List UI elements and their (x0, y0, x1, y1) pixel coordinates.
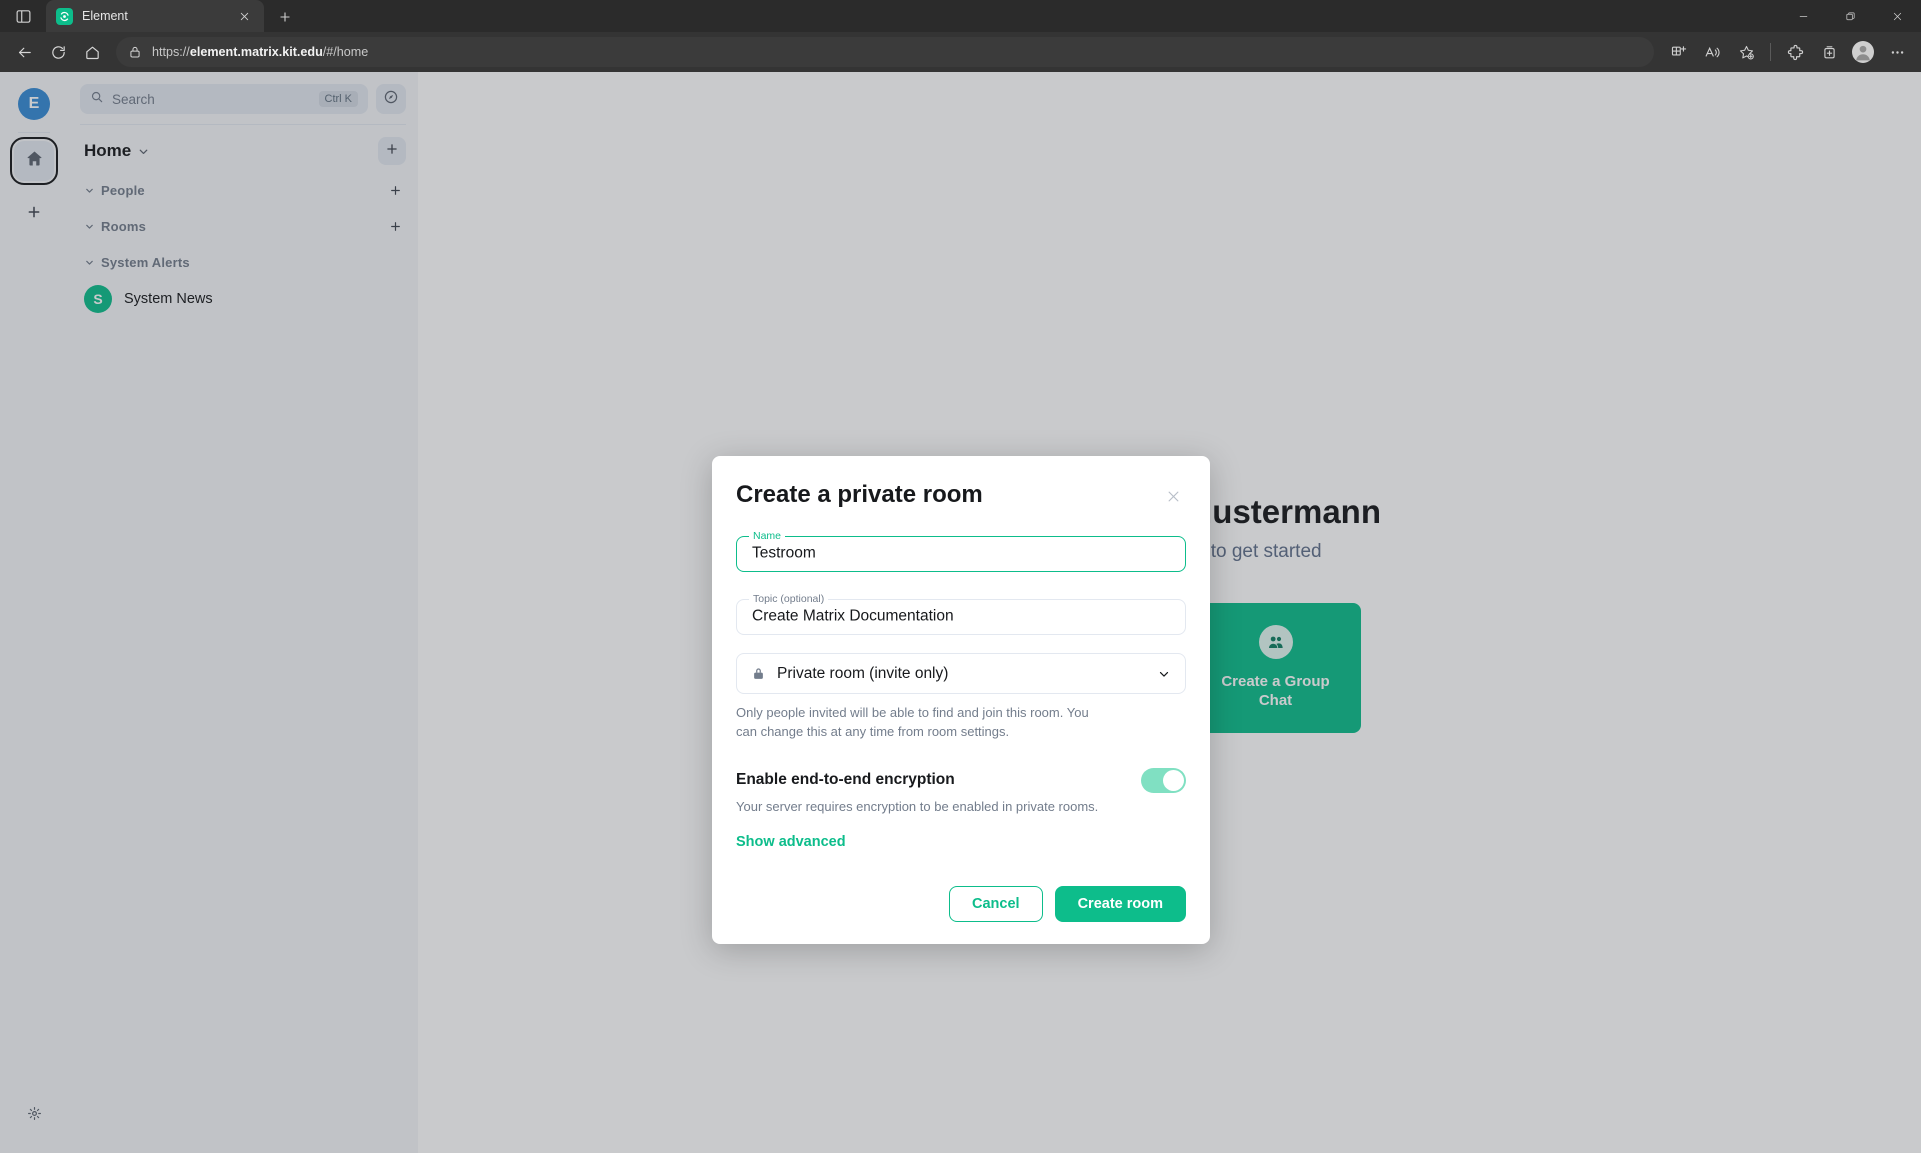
encryption-label: Enable end-to-end encryption (736, 771, 1141, 789)
room-name-input-value[interactable]: Testroom (752, 544, 816, 562)
toggle-knob (1163, 770, 1184, 791)
dialog-actions: Cancel Create room (736, 886, 1186, 922)
window-controls (1780, 0, 1921, 32)
extensions-icon[interactable] (1779, 36, 1811, 68)
encryption-toggle-row: Enable end-to-end encryption (736, 768, 1186, 793)
toolbar-divider (1770, 43, 1771, 61)
show-advanced-link[interactable]: Show advanced (736, 834, 1186, 850)
lock-icon (128, 45, 142, 59)
create-room-button[interactable]: Create room (1055, 886, 1186, 922)
close-icon[interactable] (1160, 483, 1186, 509)
collections-icon[interactable] (1813, 36, 1845, 68)
home-icon[interactable] (76, 36, 108, 68)
encryption-description: Your server requires encryption to be en… (736, 799, 1186, 814)
profile-avatar-icon[interactable] (1847, 36, 1879, 68)
room-name-field[interactable]: Name Testroom (736, 531, 1186, 572)
toolbar-actions (1662, 36, 1913, 68)
browser-titlebar: Element (0, 0, 1921, 32)
settings-more-icon[interactable] (1881, 36, 1913, 68)
dialog-header: Create a private room (736, 482, 1186, 509)
tab-title: Element (82, 9, 225, 23)
address-bar-url: https://element.matrix.kit.edu/#/home (152, 45, 368, 59)
chevron-down-icon[interactable] (1157, 667, 1171, 681)
refresh-icon[interactable] (42, 36, 74, 68)
room-topic-input-value[interactable]: Create Matrix Documentation (752, 607, 954, 625)
browser-toolbar: https://element.matrix.kit.edu/#/home (0, 32, 1921, 72)
minimize-icon[interactable] (1780, 0, 1827, 32)
element-app: E (0, 72, 1921, 1153)
back-arrow-icon[interactable] (8, 36, 40, 68)
new-tab-icon[interactable] (268, 2, 302, 32)
create-room-dialog: Create a private room Name Testroom Topi… (712, 456, 1210, 944)
element-favicon (56, 8, 73, 25)
add-favorite-icon[interactable] (1730, 36, 1762, 68)
browser-tab[interactable]: Element (46, 0, 264, 32)
join-rule-help-text: Only people invited will be able to find… (736, 704, 1091, 742)
restore-icon[interactable] (1827, 0, 1874, 32)
read-aloud-icon[interactable] (1696, 36, 1728, 68)
address-bar[interactable]: https://element.matrix.kit.edu/#/home (116, 37, 1654, 67)
window-close-icon[interactable] (1874, 0, 1921, 32)
join-rule-value: Private room (invite only) (777, 665, 1146, 683)
room-topic-field[interactable]: Topic (optional) Create Matrix Documenta… (736, 594, 1186, 635)
lock-icon (751, 666, 766, 681)
room-name-label: Name (749, 531, 785, 542)
tab-sidebar-icon[interactable] (0, 0, 46, 32)
split-screen-icon[interactable] (1662, 36, 1694, 68)
dialog-title: Create a private room (736, 482, 1160, 508)
cancel-button[interactable]: Cancel (949, 886, 1043, 922)
tab-close-icon[interactable] (234, 6, 254, 26)
encryption-toggle[interactable] (1141, 768, 1186, 793)
room-topic-label: Topic (optional) (749, 594, 828, 605)
join-rule-select[interactable]: Private room (invite only) (736, 653, 1186, 694)
browser-window: Element (0, 0, 1921, 1153)
